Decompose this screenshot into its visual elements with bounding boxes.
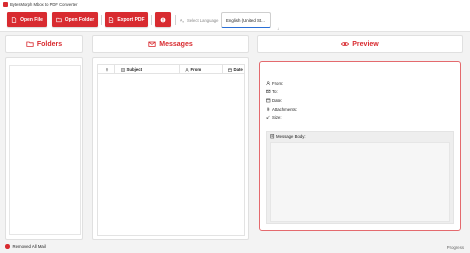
email-icon — [266, 90, 271, 94]
error-icon — [5, 244, 10, 249]
preview-title: Preview — [352, 40, 379, 48]
envelope-icon — [148, 41, 156, 47]
open-file-label: Open File — [20, 16, 43, 23]
folders-title: Folders — [36, 40, 63, 48]
open-file-button[interactable]: Open File — [7, 12, 47, 27]
messages-table-header: Subject From Date — [98, 65, 244, 74]
export-pdf-button[interactable]: Export PDF — [105, 12, 148, 27]
status-message: Removed All Mail — [5, 244, 46, 249]
document-icon — [121, 67, 125, 72]
export-pdf-icon — [109, 16, 114, 23]
message-body-label: Message Body: — [276, 134, 306, 139]
open-folder-button[interactable]: Open Folder — [52, 12, 98, 27]
message-body-heading: Message Body: — [270, 134, 306, 139]
preview-size-label: Size: — [272, 115, 282, 120]
toolbar-divider — [175, 15, 176, 25]
messages-table[interactable]: Subject From Date — [97, 64, 245, 236]
app-icon — [3, 1, 8, 7]
language-label-text: Select Language — [187, 17, 219, 23]
user-icon — [266, 81, 271, 86]
preview-panel: From: To: Date: Attachments: Size: Messa… — [259, 61, 461, 231]
column-from[interactable]: From — [183, 65, 223, 74]
status-message-text: Removed All Mail — [12, 244, 46, 249]
language-value: English (United St... — [226, 17, 265, 23]
folder-icon — [26, 41, 34, 47]
column-from-label: From — [190, 67, 202, 72]
preview-to: To: — [266, 89, 278, 94]
user-icon — [185, 67, 189, 72]
language-label: Aa Select Language — [180, 16, 218, 24]
size-icon — [266, 115, 270, 120]
toolbar-divider — [151, 15, 152, 25]
messages-title: Messages — [159, 40, 193, 48]
preview-from: From: — [266, 81, 283, 86]
toolbar: Open File Open Folder Export PDF Aa Sele… — [0, 8, 470, 32]
preview-from-label: From: — [272, 81, 284, 86]
messages-header: Messages — [92, 35, 249, 53]
calendar-icon — [266, 98, 271, 103]
progress-label: Progress — [446, 245, 464, 250]
file-icon — [12, 16, 17, 23]
message-body-content[interactable] — [270, 142, 450, 222]
status-bar: Removed All Mail Progress — [0, 242, 470, 253]
preview-attachments-label: Attachments: — [272, 107, 298, 112]
column-date-label: Date — [233, 67, 243, 72]
column-date[interactable]: Date — [226, 65, 244, 74]
folder-tree[interactable] — [9, 65, 81, 235]
column-subject-label: Subject — [126, 67, 143, 72]
preview-header: Preview — [257, 35, 463, 53]
svg-text:a: a — [183, 20, 185, 23]
eye-icon — [341, 42, 350, 46]
help-icon — [160, 17, 166, 22]
title-bar: BytesMorph Mbox to PDF Converter — [0, 0, 470, 8]
folders-header: Folders — [5, 35, 83, 53]
column-attachment[interactable] — [101, 65, 115, 74]
language-select[interactable]: English (United St... — [221, 12, 271, 28]
chevron-down-icon[interactable]: ↓ — [277, 26, 279, 31]
preview-size: Size: — [266, 115, 282, 120]
preview-attachments: Attachments: — [266, 107, 297, 112]
paperclip-icon — [105, 67, 108, 71]
export-pdf-label: Export PDF — [117, 16, 145, 23]
language-icon: Aa — [180, 18, 185, 23]
paperclip-icon — [267, 107, 270, 112]
calendar-icon — [228, 68, 232, 72]
help-button[interactable] — [155, 12, 171, 27]
document-icon — [270, 134, 275, 139]
messages-panel: Subject From Date — [92, 57, 249, 240]
preview-date-label: Date: — [272, 98, 283, 103]
folder-open-icon — [56, 17, 62, 22]
folders-panel — [5, 57, 83, 240]
window-title: BytesMorph Mbox to PDF Converter — [10, 1, 78, 7]
preview-date: Date: — [266, 98, 282, 103]
open-folder-label: Open Folder — [64, 16, 95, 23]
message-body-box: Message Body: — [266, 131, 454, 224]
toolbar-divider — [101, 15, 102, 25]
column-subject[interactable]: Subject — [118, 65, 180, 74]
preview-to-label: To: — [272, 89, 278, 94]
